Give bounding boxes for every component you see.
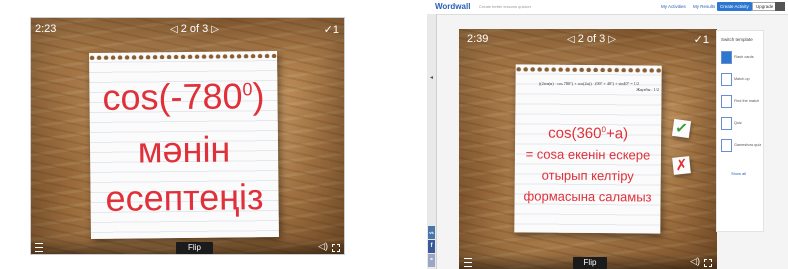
- card-line-4: формасына саламыз: [523, 188, 652, 205]
- template-match-up[interactable]: Match up: [721, 73, 761, 93]
- next-card-button[interactable]: ▷: [608, 34, 616, 45]
- template-label: Match up: [734, 77, 750, 81]
- prev-card-button[interactable]: ◁: [567, 34, 575, 45]
- page-indicator: 2 of 3: [180, 23, 209, 35]
- gameshow-quiz-icon: [721, 139, 732, 152]
- flash-cards-icon: [721, 51, 732, 64]
- torn-edge: [89, 51, 278, 60]
- card-pager: ◁ 2 of 3 ▷: [567, 33, 616, 45]
- upgrade-button[interactable]: Upgrade: [752, 2, 778, 11]
- correct-mark[interactable]: ✓: [671, 118, 692, 139]
- show-all-link[interactable]: Show all: [731, 171, 746, 176]
- card-line-1: cos(-7800): [102, 75, 265, 118]
- flip-button[interactable]: Flip: [176, 242, 213, 254]
- my-results-link[interactable]: My Results: [693, 4, 715, 9]
- card-line-3: есептеңіз: [105, 176, 264, 219]
- flashcard-game-right: 2:39 ◁ 2 of 3 ▷ ✓1 cos(3600+a) = cosa ек…: [459, 29, 717, 269]
- formula-text: ((2sin(α) · cos 780°) + cos(2α)) · (90° …: [519, 81, 659, 93]
- card-pager: ◁ 2 of 3 ▷: [170, 23, 219, 35]
- top-navigation: Wordwall Create better lessons quicker M…: [427, 0, 788, 15]
- flash-card[interactable]: cos(-7800) мəнін есептеңіз: [89, 51, 279, 239]
- tagline: Create better lessons quicker: [479, 4, 532, 9]
- sound-icon[interactable]: ◁): [690, 256, 700, 267]
- fullscreen-icon[interactable]: [332, 244, 340, 252]
- timer: 2:39: [467, 33, 489, 45]
- quiz-icon: [721, 117, 732, 130]
- wrong-mark[interactable]: ✗: [672, 156, 691, 175]
- panel-title: Switch template: [721, 37, 753, 42]
- match-up-icon: [721, 73, 732, 86]
- menu-icon[interactable]: [464, 258, 472, 267]
- template-label: Gameshow quiz: [734, 143, 762, 147]
- prev-card-button[interactable]: ◁: [170, 24, 178, 35]
- collapse-arrow-icon[interactable]: ◂: [430, 74, 433, 81]
- score-counter: ✓1: [693, 34, 709, 46]
- timer: 2:23: [35, 23, 57, 35]
- card-line-2: мəнін: [137, 128, 231, 171]
- card-line-1: cos(3600+a): [548, 124, 629, 143]
- fullscreen-icon[interactable]: [704, 259, 712, 267]
- template-label: Flash cards: [734, 55, 754, 59]
- flashcard-game-left: 2:23 ◁ 2 of 3 ▷ ✓1 cos(-7800) мəнін есеп…: [30, 17, 345, 255]
- find-the-match-icon: [721, 95, 732, 108]
- template-flash-cards[interactable]: Flash cards: [721, 51, 761, 71]
- next-card-button[interactable]: ▷: [211, 24, 219, 35]
- card-line-3: отырып келтіру: [541, 167, 634, 184]
- my-activities-link[interactable]: My Activities: [661, 4, 686, 9]
- template-find-the-match[interactable]: Find the match: [721, 95, 761, 115]
- formula-line-2: Жауабы : 1/2: [636, 87, 659, 92]
- check-icon: ✓: [674, 119, 689, 138]
- create-activity-button[interactable]: Create Activity: [717, 2, 752, 11]
- facebook-share-button[interactable]: f: [428, 240, 435, 253]
- template-label: Find the match: [734, 99, 760, 103]
- vk-share-button[interactable]: vk: [428, 226, 435, 239]
- wordwall-window: Wordwall Create better lessons quicker M…: [427, 0, 788, 269]
- cross-icon: ✗: [674, 156, 689, 175]
- template-quiz[interactable]: Quiz: [721, 117, 761, 137]
- switch-template-panel: Switch template Flash cards Match up Fin…: [716, 30, 764, 232]
- sound-icon[interactable]: ◁): [318, 241, 328, 252]
- side-strip: ◂ vk f ⚬: [427, 14, 437, 269]
- share-icon[interactable]: ⚬: [428, 254, 435, 267]
- menu-icon[interactable]: [35, 243, 43, 252]
- page-indicator: 2 of 3: [577, 33, 606, 45]
- card-line-2: = cosa екенін ескере: [525, 146, 651, 163]
- flip-button[interactable]: Flip: [573, 257, 607, 269]
- user-avatar[interactable]: [775, 2, 785, 11]
- template-label: Quiz: [734, 121, 742, 125]
- torn-edge: [515, 64, 662, 73]
- score-counter: ✓1: [323, 24, 339, 36]
- template-gameshow-quiz[interactable]: Gameshow quiz: [721, 139, 761, 159]
- wordwall-logo[interactable]: Wordwall: [435, 2, 470, 11]
